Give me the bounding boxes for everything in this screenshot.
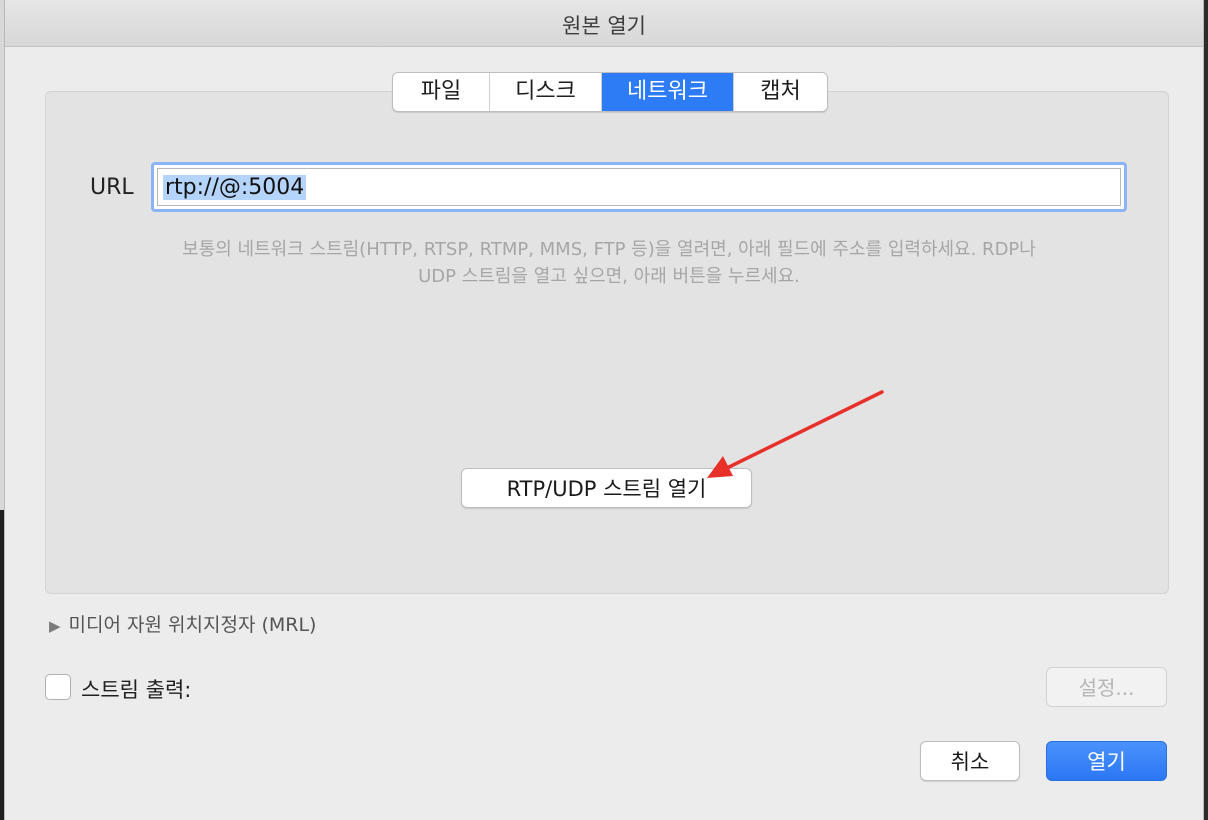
open-button[interactable]: 열기: [1046, 741, 1167, 781]
stream-output-checkbox[interactable]: [45, 674, 71, 700]
annotation-arrow-line: [725, 390, 884, 470]
mrl-label: 미디어 자원 위치지정자 (MRL): [68, 614, 317, 636]
mrl-disclosure[interactable]: ▶ 미디어 자원 위치지정자 (MRL): [49, 610, 316, 637]
stream-output-label[interactable]: 스트림 출력:: [81, 674, 191, 704]
open-source-dialog: 원본 열기 파일 디스크 네트워크 캡처 URL rtp://@:5004 보통…: [4, 0, 1204, 820]
stream-settings-button[interactable]: 설정...: [1046, 667, 1167, 707]
disclosure-triangle-icon[interactable]: ▶: [49, 617, 61, 635]
cancel-button[interactable]: 취소: [920, 741, 1020, 781]
